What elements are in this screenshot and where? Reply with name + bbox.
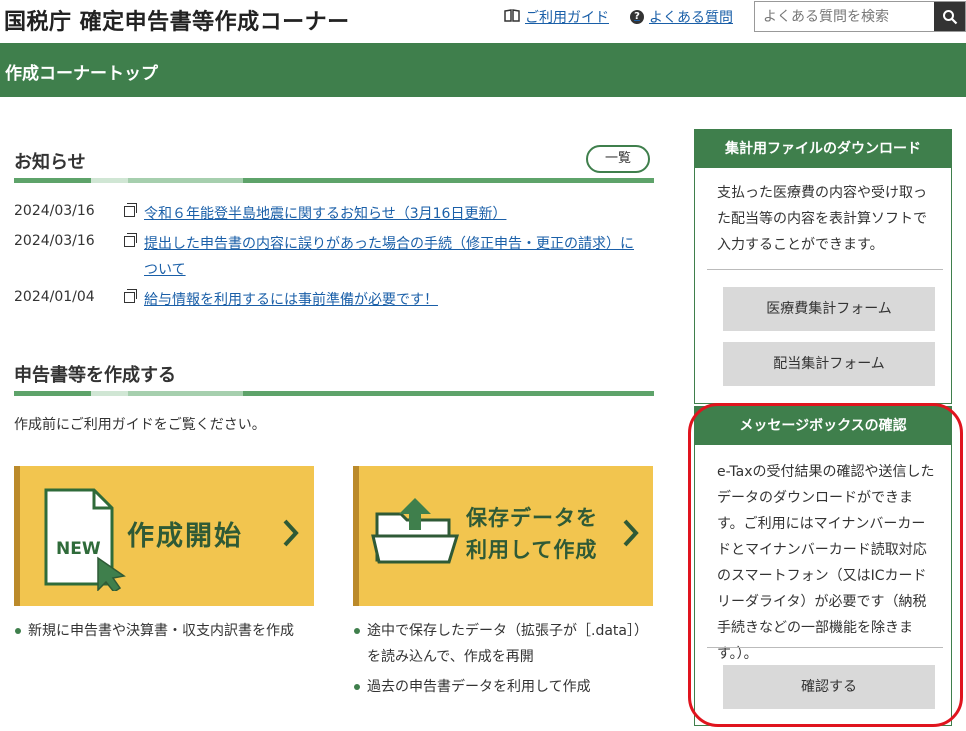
- search-box: [754, 1, 966, 32]
- site-title: 国税庁 確定申告書等作成コーナー: [4, 10, 350, 35]
- guide-link-label[interactable]: ご利用ガイド: [525, 7, 609, 27]
- start-new-label: 作成開始: [127, 521, 243, 552]
- question-icon: ?: [630, 10, 644, 24]
- faq-link[interactable]: ? よくある質問: [630, 7, 733, 27]
- check-messages-button[interactable]: 確認する: [723, 665, 935, 709]
- search-input[interactable]: [755, 2, 935, 31]
- start-new-button[interactable]: NEW 作成開始: [14, 466, 314, 606]
- chevron-right-icon: [283, 519, 299, 547]
- list-item: 新規に申告書や決算書・収支内訳書を作成: [14, 618, 334, 644]
- load-saved-label-1: 保存データを: [466, 506, 598, 530]
- download-panel-text: 支払った医療費の内容や受け取った配当等の内容を表計算ソフトで入力することができま…: [717, 185, 927, 253]
- news-underline: [14, 178, 654, 183]
- svg-text:NEW: NEW: [56, 539, 101, 559]
- search-button[interactable]: [934, 2, 965, 31]
- window-icon: [124, 289, 137, 303]
- faq-link-label[interactable]: よくある質問: [649, 7, 733, 27]
- chevron-right-icon: [623, 519, 639, 547]
- news-link[interactable]: 令和６年能登半島地震に関するお知らせ（3月16日更新）: [144, 201, 644, 227]
- messagebox-panel-title: メッセージボックスの確認: [695, 407, 951, 445]
- news-heading: お知らせ: [14, 152, 86, 173]
- create-heading: 申告書等を作成する: [14, 365, 176, 386]
- divider: [707, 647, 943, 648]
- start-new-description: 新規に申告書や決算書・収支内訳書を作成: [14, 618, 334, 644]
- news-link[interactable]: 給与情報を利用するには事前準備が必要です！: [144, 287, 644, 313]
- news-list-button[interactable]: 一覧: [586, 145, 650, 173]
- load-saved-description: 途中で保存したデータ（拡張子が［.data］）を読み込んで、作成を再開 過去の申…: [353, 618, 658, 700]
- download-panel-title: 集計用ファイルのダウンロード: [695, 130, 951, 168]
- create-intro: 作成前にご利用ガイドをご覧ください。: [14, 417, 266, 433]
- news-date: 2024/01/04: [14, 289, 95, 305]
- window-icon: [124, 203, 137, 217]
- guide-link[interactable]: ご利用ガイド: [504, 7, 609, 27]
- load-saved-button[interactable]: 保存データを 利用して作成: [353, 466, 653, 606]
- create-underline: [14, 391, 654, 396]
- folder-upload-icon: [371, 498, 460, 564]
- news-link[interactable]: 提出した申告書の内容に誤りがあった場合の手続（修正申告・更正の請求）について: [144, 231, 644, 283]
- list-item: 過去の申告書データを利用して作成: [353, 674, 658, 700]
- page-title: 作成コーナートップ: [5, 64, 158, 84]
- load-saved-label-2: 利用して作成: [466, 538, 598, 562]
- list-item: 途中で保存したデータ（拡張子が［.data］）を読み込んで、作成を再開: [353, 618, 658, 670]
- divider: [707, 269, 943, 270]
- search-icon: [942, 9, 957, 24]
- messagebox-panel: メッセージボックスの確認 e-Taxの受付結果の確認や送信したデータのダウンロー…: [694, 406, 952, 726]
- news-date: 2024/03/16: [14, 233, 95, 249]
- medical-form-button[interactable]: 医療費集計フォーム: [723, 287, 935, 331]
- dividend-form-button[interactable]: 配当集計フォーム: [723, 342, 935, 386]
- messagebox-panel-text: e-Taxの受付結果の確認や送信したデータのダウンロードができます。ご利用にはマ…: [717, 464, 935, 662]
- book-icon: [504, 9, 520, 25]
- window-icon: [124, 233, 137, 247]
- page-banner: 作成コーナートップ: [0, 43, 966, 97]
- news-date: 2024/03/16: [14, 203, 95, 219]
- site-header: 国税庁 確定申告書等作成コーナー ご利用ガイド ? よくある質問: [0, 0, 966, 43]
- download-panel: 集計用ファイルのダウンロード 支払った医療費の内容や受け取った配当等の内容を表計…: [694, 129, 952, 404]
